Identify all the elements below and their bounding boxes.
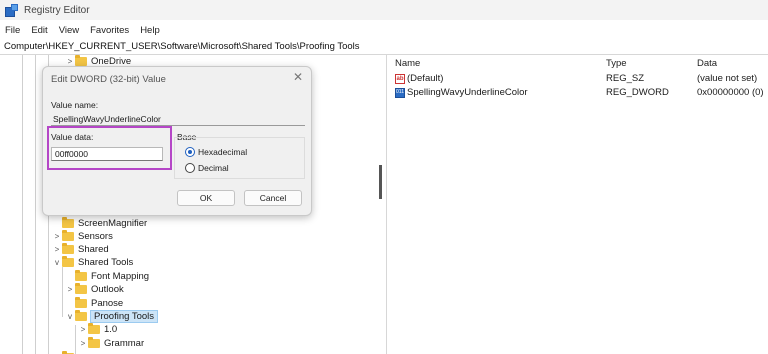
- chevron-down-icon[interactable]: v: [65, 312, 75, 321]
- value-name-label: Value name:: [51, 100, 99, 110]
- cancel-button[interactable]: Cancel: [244, 190, 302, 206]
- edit-dword-dialog: Edit DWORD (32-bit) Value ✕ Value name: …: [42, 66, 312, 216]
- title-bar: Registry Editor: [0, 0, 768, 20]
- tree-item-label: Font Mapping: [91, 271, 150, 282]
- folder-icon: [75, 270, 87, 281]
- menu-bar: File Edit View Favorites Help: [0, 22, 768, 38]
- folder-icon: [75, 55, 87, 66]
- folder-icon: [75, 297, 87, 308]
- value-data: (value not set): [697, 73, 758, 84]
- value-data-label: Value data:: [51, 132, 94, 142]
- chevron-right-icon[interactable]: >: [78, 325, 88, 334]
- column-header-data[interactable]: Data: [697, 58, 717, 70]
- registry-editor-icon: [5, 3, 18, 17]
- tree-item-label: ScreenMagnifier: [78, 218, 148, 229]
- tree-item-outlook[interactable]: > Outlook: [65, 283, 124, 296]
- tree-item-panose[interactable]: Panose: [65, 297, 123, 310]
- value-name: (Default): [407, 73, 444, 84]
- tree-guide-line: [75, 325, 76, 354]
- chevron-right-icon[interactable]: >: [65, 285, 75, 294]
- folder-icon: [62, 230, 74, 241]
- value-data: 0x00000000 (0): [697, 87, 764, 98]
- tree-item-screenmagnifier[interactable]: ScreenMagnifier: [52, 217, 147, 230]
- value-row-default[interactable]: ab (Default) REG_SZ (value not set): [395, 72, 765, 85]
- value-type: REG_DWORD: [606, 87, 669, 98]
- chevron-right-icon[interactable]: >: [52, 232, 62, 241]
- folder-icon: [88, 337, 100, 348]
- decimal-radio[interactable]: [185, 163, 195, 173]
- tree-guide-line: [22, 55, 23, 354]
- string-value-icon: ab: [395, 73, 405, 84]
- tree-item-font-mapping[interactable]: Font Mapping: [65, 270, 149, 283]
- value-name-field: SpellingWavyUnderlineColor: [51, 112, 305, 126]
- chevron-right-icon[interactable]: >: [65, 57, 75, 66]
- tree-guide-line: [35, 55, 36, 354]
- dialog-title: Edit DWORD (32-bit) Value: [51, 74, 166, 85]
- menu-help[interactable]: Help: [140, 25, 160, 36]
- menu-favorites[interactable]: Favorites: [90, 25, 129, 36]
- binary-value-icon: 011: [395, 87, 405, 98]
- tree-item-label: Shared: [78, 244, 109, 255]
- tree-item-label: Sensors: [78, 231, 113, 242]
- chevron-right-icon[interactable]: >: [78, 339, 88, 348]
- column-header-name[interactable]: Name: [395, 58, 420, 70]
- chevron-down-icon[interactable]: v: [52, 258, 62, 267]
- pane-splitter-handle[interactable]: [379, 165, 382, 199]
- folder-icon: [62, 243, 74, 254]
- tree-item-shared[interactable]: > Shared: [52, 243, 109, 256]
- tree-item-1-0[interactable]: > 1.0: [78, 323, 117, 336]
- tree-item-grammar[interactable]: > Grammar: [78, 337, 144, 350]
- folder-icon: [75, 283, 87, 294]
- value-row-spelling-wavy-underline-color[interactable]: 011 SpellingWavyUnderlineColor REG_DWORD…: [395, 86, 765, 99]
- folder-icon: [88, 323, 100, 334]
- tree-item-label: Proofing Tools: [89, 310, 159, 323]
- tree-item-label: Panose: [91, 298, 124, 309]
- value-data-input[interactable]: 00ff0000: [51, 147, 163, 161]
- tree-item-label: 1.0: [104, 324, 118, 335]
- tree-item-label: Grammar: [104, 338, 145, 349]
- menu-file[interactable]: File: [5, 25, 20, 36]
- menu-edit[interactable]: Edit: [31, 25, 47, 36]
- tree-item-sensors[interactable]: > Sensors: [52, 230, 113, 243]
- ok-button[interactable]: OK: [177, 190, 235, 206]
- column-header-type[interactable]: Type: [606, 58, 627, 70]
- menu-view[interactable]: View: [59, 25, 79, 36]
- tree-item-label: Shared Tools: [78, 257, 134, 268]
- hexadecimal-radio[interactable]: [185, 147, 195, 157]
- folder-icon: [75, 310, 87, 321]
- close-icon[interactable]: ✕: [291, 70, 305, 84]
- value-name: SpellingWavyUnderlineColor: [407, 87, 528, 98]
- base-group: Hexadecimal Decimal: [174, 137, 305, 179]
- decimal-label[interactable]: Decimal: [198, 163, 229, 173]
- value-type: REG_SZ: [606, 73, 645, 84]
- hexadecimal-label[interactable]: Hexadecimal: [198, 147, 247, 157]
- tree-item-proofing-tools[interactable]: v Proofing Tools: [65, 310, 159, 323]
- tree-item-shared-tools[interactable]: v Shared Tools: [52, 256, 133, 269]
- chevron-right-icon[interactable]: >: [52, 245, 62, 254]
- window-title: Registry Editor: [24, 4, 90, 16]
- folder-icon: [62, 217, 74, 228]
- tree-guide-line: [62, 267, 63, 317]
- tree-item-label: Outlook: [91, 284, 124, 295]
- address-bar[interactable]: Computer\HKEY_CURRENT_USER\Software\Micr…: [0, 38, 768, 55]
- folder-icon: [62, 256, 74, 267]
- values-list: Name Type Data ab (Default) REG_SZ (valu…: [387, 55, 768, 354]
